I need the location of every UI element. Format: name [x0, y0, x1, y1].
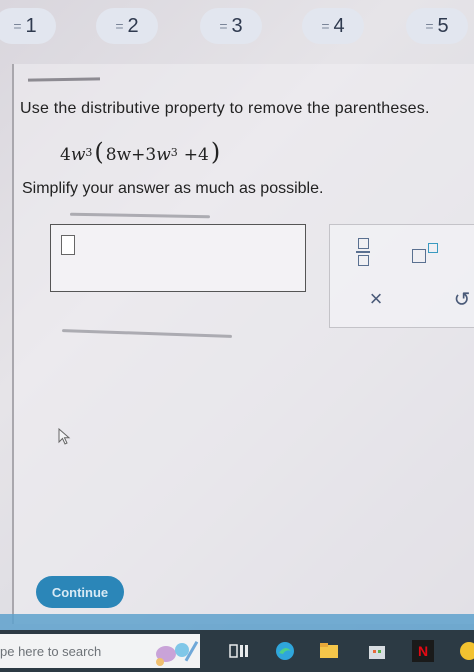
question-pill-4[interactable]: = 4 [302, 8, 364, 44]
file-explorer-icon[interactable] [318, 640, 340, 662]
expr-exp: 3 [85, 146, 93, 159]
expr-coef: 4 [60, 145, 71, 165]
undo-icon[interactable]: ↺ [450, 287, 474, 311]
exponent-icon[interactable] [408, 237, 442, 267]
instruction-text: Simplify your answer as much as possible… [22, 180, 324, 197]
expr-inner-term-1: 8w [105, 145, 132, 165]
continue-button[interactable]: Continue [36, 576, 124, 608]
widget-icon[interactable] [146, 634, 212, 668]
windows-taskbar: pe here to search N [0, 630, 474, 672]
netflix-letter: N [417, 643, 429, 659]
menu-icon: = [115, 18, 124, 34]
expr-inner-coef: 3 [145, 145, 157, 165]
question-number: 2 [127, 14, 139, 37]
menu-icon: = [321, 18, 330, 34]
question-number: 5 [437, 14, 449, 37]
menu-icon: = [219, 18, 228, 34]
answer-input[interactable] [50, 224, 306, 292]
input-placeholder-box [61, 235, 75, 255]
open-paren: ( [94, 138, 104, 166]
expr-var: w [70, 145, 86, 165]
task-view-icon[interactable] [228, 640, 250, 662]
expr-inner-var: w [156, 145, 171, 165]
expr-plus: + [183, 145, 199, 165]
store-icon[interactable] [366, 640, 388, 662]
question-number: 4 [333, 14, 345, 37]
question-nav: = 1 = 2 = 3 = 4 = 5 [0, 0, 474, 60]
question-number: 3 [231, 14, 243, 37]
app-icon[interactable] [458, 640, 474, 662]
math-toolbar: × ↺ [329, 224, 474, 328]
question-pill-1[interactable]: = 1 [0, 8, 56, 44]
expr-inner-exp: 3 [170, 146, 178, 159]
expr-plus: + [131, 145, 146, 165]
question-pill-2[interactable]: = 2 [96, 8, 158, 44]
edge-browser-icon[interactable] [274, 640, 296, 662]
menu-icon: = [425, 18, 434, 34]
clear-icon[interactable]: × [364, 286, 388, 311]
search-placeholder: pe here to search [0, 643, 102, 659]
netflix-icon[interactable]: N [412, 640, 434, 662]
fraction-icon[interactable] [350, 237, 376, 267]
mouse-pointer-icon [58, 428, 71, 445]
browser-bottom-bar [0, 614, 474, 630]
question-pill-3[interactable]: = 3 [200, 8, 262, 44]
question-prompt: Use the distributive property to remove … [20, 100, 430, 117]
question-pill-5[interactable]: = 5 [406, 8, 468, 44]
math-expression: 4w3 ( 8w + 3w3 + 4 ) [60, 138, 222, 166]
question-number: 1 [25, 14, 37, 37]
expr-inner-term-3: 4 [198, 145, 209, 165]
close-paren: ) [210, 138, 221, 166]
menu-icon: = [13, 18, 22, 34]
